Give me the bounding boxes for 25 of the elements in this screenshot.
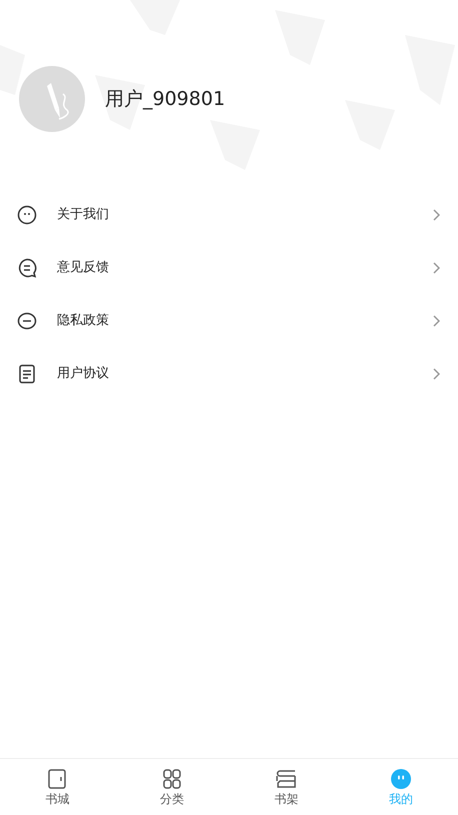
grid-icon bbox=[162, 769, 182, 789]
avatar-icon[interactable] bbox=[19, 66, 85, 132]
chevron-right-icon bbox=[433, 208, 440, 220]
tab[interactable]: 书城 bbox=[0, 759, 114, 815]
menu-label: 隐私政策 bbox=[57, 312, 110, 330]
menu-item[interactable]: 隐私政策 bbox=[0, 294, 458, 347]
menu-item[interactable]: 用户协议 bbox=[0, 347, 458, 400]
chevron-right-icon bbox=[433, 262, 440, 274]
smiley-icon bbox=[17, 204, 37, 224]
menu-item[interactable]: 意见反馈 bbox=[0, 241, 458, 294]
bookshelf-icon bbox=[276, 769, 296, 789]
tab[interactable]: 分类 bbox=[114, 759, 229, 815]
chevron-right-icon bbox=[433, 314, 440, 326]
username: 用户_909801 bbox=[105, 86, 226, 112]
chevron-right-icon bbox=[433, 368, 440, 380]
smiley-face-icon bbox=[390, 769, 411, 789]
menu-item[interactable]: 关于我们 bbox=[0, 188, 458, 241]
minus-circle-icon bbox=[17, 310, 37, 330]
menu-label: 用户协议 bbox=[57, 364, 110, 383]
chat-bubble-icon bbox=[17, 258, 37, 278]
menu-label: 关于我们 bbox=[57, 206, 110, 224]
menu-label: 意见反馈 bbox=[57, 258, 110, 277]
document-icon bbox=[17, 364, 37, 384]
tab[interactable]: 书架 bbox=[229, 759, 344, 815]
book-icon bbox=[47, 769, 68, 789]
